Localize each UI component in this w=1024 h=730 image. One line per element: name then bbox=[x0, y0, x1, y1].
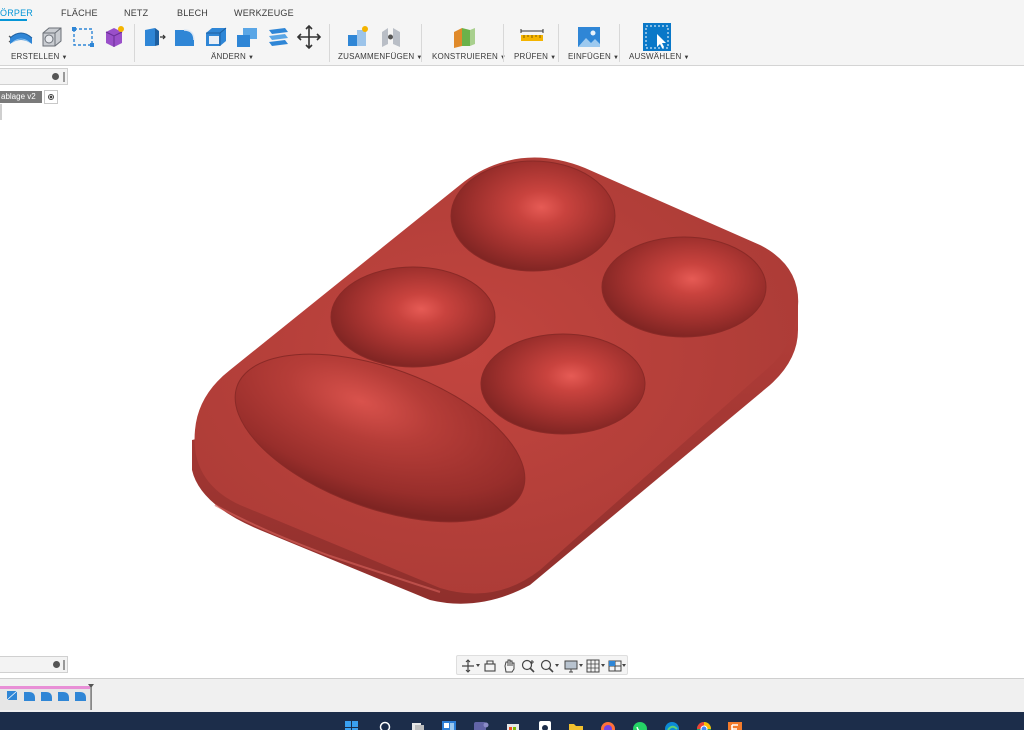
toolbar-separator bbox=[503, 24, 504, 62]
cup-left bbox=[330, 266, 496, 368]
tab-flaeche[interactable]: FLÄCHE bbox=[61, 8, 98, 18]
viewports-icon[interactable] bbox=[607, 658, 623, 674]
search-icon[interactable] bbox=[378, 720, 394, 730]
fusion-icon[interactable] bbox=[727, 720, 743, 730]
fillet-icon[interactable] bbox=[172, 24, 198, 50]
joint-icon[interactable] bbox=[378, 24, 404, 50]
orbit-menu-caret[interactable] bbox=[476, 664, 480, 667]
workspace-tabs: ÖRPER FLÄCHE NETZ BLECH WERKZEUGE bbox=[0, 0, 1024, 21]
fusion-window: ÖRPER FLÄCHE NETZ BLECH WERKZEUGE ERSTEL… bbox=[0, 0, 1024, 730]
toolbar-separator bbox=[134, 24, 135, 62]
group-pruefen[interactable]: PRÜFEN ▼ bbox=[514, 52, 556, 61]
grid-menu-caret[interactable] bbox=[601, 664, 605, 667]
active-design-radio-icon[interactable] bbox=[44, 90, 58, 104]
comments-panel-header[interactable] bbox=[0, 656, 68, 673]
windows-taskbar bbox=[0, 712, 1024, 730]
look-at-icon[interactable] bbox=[482, 658, 498, 674]
tab-blech[interactable]: BLECH bbox=[177, 8, 208, 18]
group-konstruieren[interactable]: KONSTRUIEREN▼ bbox=[432, 52, 506, 61]
cup-right bbox=[601, 236, 767, 338]
tab-werkzeuge[interactable]: WERKZEUGE bbox=[234, 8, 294, 18]
combine-icon[interactable] bbox=[234, 24, 260, 50]
fit-icon[interactable] bbox=[539, 658, 555, 674]
group-zusammenfuegen[interactable]: ZUSAMMENFÜGEN ▼ bbox=[338, 52, 423, 61]
tips-icon[interactable] bbox=[537, 720, 553, 730]
store-icon[interactable] bbox=[505, 720, 521, 730]
fillet-feature-icon[interactable] bbox=[74, 689, 87, 702]
insert-image-icon[interactable] bbox=[576, 24, 602, 50]
group-erstellen[interactable]: ERSTELLEN ▼ bbox=[11, 52, 68, 61]
3d-viewport[interactable] bbox=[0, 66, 1024, 678]
firefox-icon[interactable] bbox=[600, 720, 616, 730]
toolbar-separator bbox=[558, 24, 559, 62]
construct-plane-icon[interactable] bbox=[451, 24, 477, 50]
browser-pin-icon[interactable] bbox=[52, 73, 59, 80]
extrude-icon[interactable] bbox=[39, 24, 65, 50]
toolbar-separator bbox=[421, 24, 422, 62]
navigation-bar bbox=[456, 655, 628, 675]
zoom-icon[interactable] bbox=[520, 658, 536, 674]
tree-connector bbox=[0, 104, 2, 120]
browser-panel-header[interactable] bbox=[0, 68, 68, 85]
active-tab-indicator bbox=[0, 19, 27, 21]
chrome-icon[interactable] bbox=[696, 720, 712, 730]
select-icon[interactable] bbox=[643, 23, 671, 51]
create-form-icon[interactable] bbox=[8, 24, 34, 50]
viewports-menu-caret[interactable] bbox=[622, 664, 626, 667]
new-component-icon[interactable] bbox=[345, 24, 371, 50]
sketch-feature-icon[interactable] bbox=[6, 689, 19, 702]
zoom-menu-caret[interactable] bbox=[555, 664, 559, 667]
tab-koerper[interactable]: ÖRPER bbox=[0, 8, 33, 18]
offset-face-icon[interactable] bbox=[265, 24, 291, 50]
teams-icon[interactable] bbox=[473, 720, 489, 730]
pan-icon[interactable] bbox=[501, 658, 517, 674]
overflow-arrow-icon[interactable] bbox=[0, 26, 15, 52]
whatsapp-icon[interactable] bbox=[632, 720, 648, 730]
group-aendern[interactable]: ÄNDERN ▼ bbox=[211, 52, 254, 61]
display-menu-caret[interactable] bbox=[579, 664, 583, 667]
cup-center bbox=[480, 333, 646, 435]
sketch-icon[interactable] bbox=[70, 24, 96, 50]
toolbar-separator bbox=[329, 24, 330, 62]
shell-icon[interactable] bbox=[203, 24, 229, 50]
toolbar: ÖRPER FLÄCHE NETZ BLECH WERKZEUGE ERSTEL… bbox=[0, 0, 1024, 66]
comments-add-icon[interactable] bbox=[53, 661, 60, 668]
move-icon[interactable] bbox=[296, 24, 322, 50]
toolbar-separator bbox=[619, 24, 620, 62]
grid-settings-icon[interactable] bbox=[585, 658, 601, 674]
panel-grip-icon[interactable] bbox=[63, 660, 65, 670]
panel-grip-icon[interactable] bbox=[63, 72, 65, 82]
timeline-marker[interactable] bbox=[88, 684, 94, 710]
fillet-feature-icon[interactable] bbox=[57, 689, 70, 702]
display-settings-icon[interactable] bbox=[563, 658, 579, 674]
orbit-icon[interactable] bbox=[460, 658, 476, 674]
windows-start-icon[interactable] bbox=[344, 720, 360, 730]
fillet-feature-icon[interactable] bbox=[23, 689, 36, 702]
browser-document-node[interactable]: ablage v2 bbox=[0, 91, 42, 103]
cup-top bbox=[450, 160, 616, 272]
group-einfuegen[interactable]: EINFÜGEN ▼ bbox=[568, 52, 619, 61]
edge-icon[interactable] bbox=[664, 720, 680, 730]
widgets-icon[interactable] bbox=[441, 720, 457, 730]
task-view-icon[interactable] bbox=[410, 720, 426, 730]
create-base-feature-icon[interactable] bbox=[101, 24, 127, 50]
tray-model[interactable] bbox=[0, 66, 1024, 678]
group-auswaehlen[interactable]: AUSWÄHLEN ▼ bbox=[629, 52, 690, 61]
tab-netz[interactable]: NETZ bbox=[124, 8, 148, 18]
fillet-feature-icon[interactable] bbox=[40, 689, 53, 702]
file-explorer-icon[interactable] bbox=[568, 720, 584, 730]
press-pull-icon[interactable] bbox=[141, 24, 167, 50]
timeline[interactable] bbox=[0, 678, 1024, 712]
measure-icon[interactable] bbox=[519, 24, 545, 50]
